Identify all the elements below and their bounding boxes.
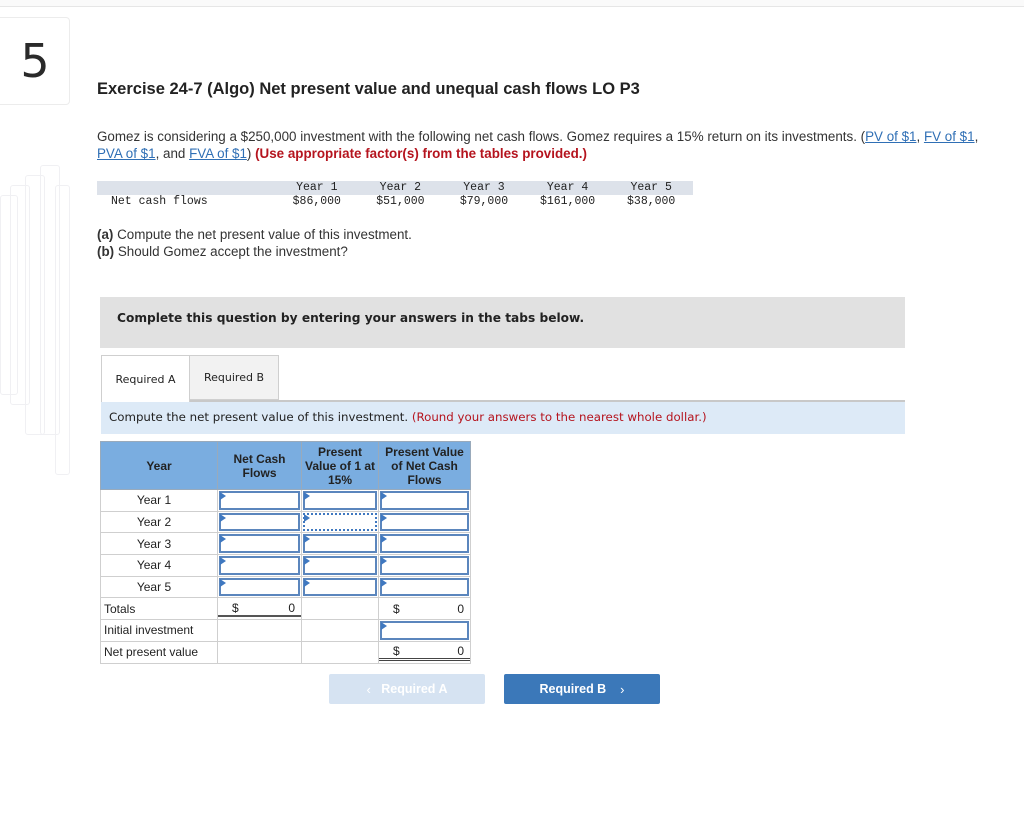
pv-factor-input[interactable] [303,577,377,597]
totals-label: Totals [100,597,218,621]
year-header: Year 1 [296,181,338,194]
pv-net-cash-flow-input[interactable] [380,556,469,575]
instruction-banner: Complete this question by entering your … [100,297,905,348]
fv-of-1-link[interactable]: FV of $1 [924,129,975,144]
table-row: Year 5 [100,575,471,599]
pva-of-1-link[interactable]: PVA of $1 [97,146,156,161]
cash-flow-row: Net cash flows $86,000 $51,000 $79,000 $… [97,195,693,211]
next-required-b-button[interactable]: Required B › [504,674,660,704]
col-header-year: Year [100,441,218,490]
tab-required-b[interactable]: Required B [190,355,279,400]
net-cash-flow-input[interactable] [219,491,300,510]
question-number: 5 [0,17,70,105]
row-label: Net cash flows [111,195,208,208]
total-pv-net-cash-flows: $0 [393,601,464,616]
background-decoration [0,165,72,485]
fva-of-1-link[interactable]: FVA of $1 [189,146,247,161]
npv-worksheet: Year Net Cash Flows Present Value of 1 a… [100,441,471,664]
cash-flow-value: $38,000 [627,195,676,208]
table-row: Year 4 [100,554,471,577]
year-label: Year 5 [100,575,218,599]
year-label: Year 2 [100,510,218,534]
question-a: (a) Compute the net present value of thi… [97,227,412,242]
net-cash-flow-input[interactable] [219,556,300,575]
pv-net-cash-flow-input[interactable] [380,534,469,554]
year-header: Year 3 [463,181,505,194]
year-header: Year 2 [379,181,422,194]
pv-factor-input[interactable] [303,534,377,554]
chevron-left-icon: ‹ [366,681,371,697]
initial-investment-row: Initial investment [100,619,471,642]
initial-investment-label: Initial investment [100,619,218,642]
npv-row: Net present value $0 [100,640,471,664]
cash-flow-value: $86,000 [292,195,341,208]
exercise-title: Exercise 24-7 (Algo) Net present value a… [97,80,640,98]
npv-value: $0 [379,644,470,661]
table-row: Year 2 [100,510,471,534]
pv-net-cash-flow-input[interactable] [380,577,469,597]
col-header-net-cash-flows: Net Cash Flows [217,441,302,490]
pv-net-cash-flow-input[interactable] [380,512,469,532]
initial-investment-input[interactable] [380,621,469,640]
table-row: Year 1 [100,489,471,512]
pv-of-1-link[interactable]: PV of $1 [865,129,916,144]
year-header: Year 5 [630,181,672,194]
year-label: Year 3 [100,532,218,556]
cash-flow-value: $51,000 [376,195,425,208]
totals-row: Totals $0 $0 [100,597,471,621]
top-bar [0,0,1024,7]
year-label: Year 1 [100,489,218,512]
net-cash-flow-input[interactable] [219,512,300,532]
factor-instruction: (Use appropriate factor(s) from the tabl… [255,146,587,161]
tab-required-a[interactable]: Required A [101,355,190,402]
year-header: Year 4 [546,181,589,194]
chevron-right-icon: › [620,681,625,697]
net-cash-flow-input[interactable] [219,577,300,597]
npv-label: Net present value [100,640,218,664]
cash-flow-header: Year 1 Year 2 Year 3 Year 4 Year 5 [97,181,693,195]
pv-factor-input[interactable] [303,491,377,510]
pv-factor-input[interactable] [303,512,377,532]
col-header-pv-net-cash-flows: Present Value of Net Cash Flows [378,441,471,490]
pv-factor-input[interactable] [303,556,377,575]
question-b: (b) Should Gomez accept the investment? [97,244,348,259]
col-header-pv-factor: Present Value of 1 at 15% [301,441,379,490]
cash-flow-value: $161,000 [539,195,596,208]
total-net-cash-flows: $0 [218,601,301,617]
pv-net-cash-flow-input[interactable] [380,491,469,510]
net-cash-flow-input[interactable] [219,534,300,554]
prev-required-a-button[interactable]: ‹ Required A [329,674,485,704]
table-row: Year 3 [100,532,471,556]
year-label: Year 4 [100,554,218,577]
question-list: (a) Compute the net present value of thi… [97,226,412,260]
cash-flow-value: $79,000 [459,195,509,208]
cash-flow-table: Year 1 Year 2 Year 3 Year 4 Year 5 Net c… [97,181,693,211]
tab-instruction: Compute the net present value of this in… [101,402,905,434]
problem-intro: Gomez is considering a $250,000 investme… [97,129,979,161]
